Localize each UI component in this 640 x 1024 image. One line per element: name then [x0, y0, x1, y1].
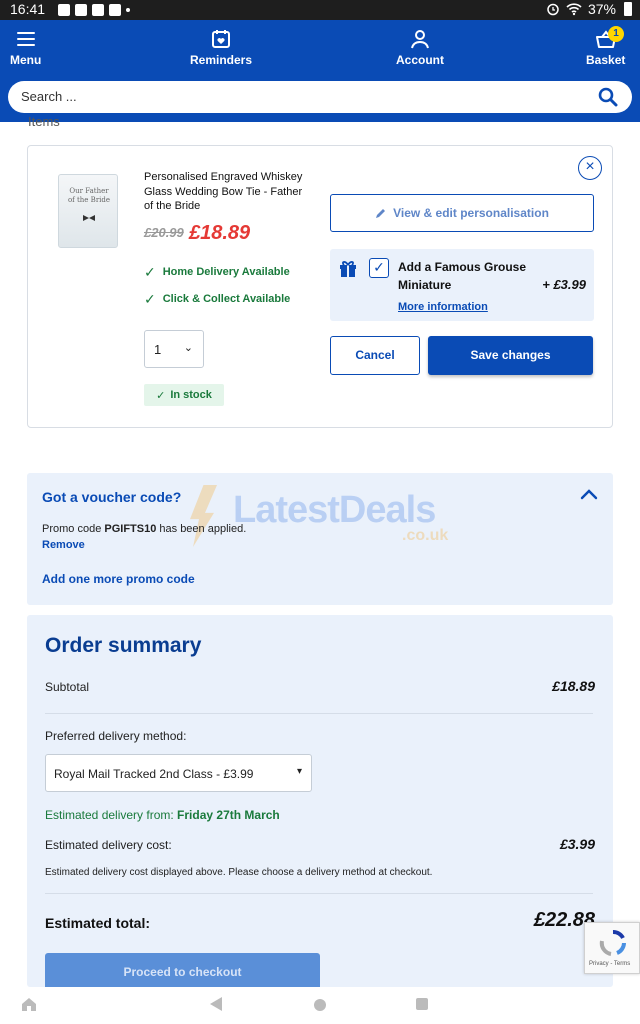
home-accessibility-icon[interactable]: [20, 995, 38, 1013]
remove-item-button[interactable]: ×: [578, 156, 602, 180]
reminders-button[interactable]: Reminders: [190, 28, 252, 67]
order-summary-title: Order summary: [45, 634, 202, 657]
estimated-delivery-date: Estimated delivery from: Friday 27th Mar…: [45, 808, 280, 822]
promo-code: PGIFTS10: [104, 523, 157, 535]
status-time: 16:41: [10, 1, 46, 17]
check-icon: ✓: [156, 389, 166, 402]
estimated-delivery-label: Estimated delivery from:: [45, 808, 178, 822]
gallery-icon: [58, 4, 70, 16]
pencil-icon: [376, 209, 386, 218]
voucher-panel: LatestDeals .co.uk Got a voucher code? P…: [27, 473, 613, 605]
basket-item-card: Our Father of the Bride Personalised Eng…: [27, 145, 613, 428]
check-icon: ✓: [144, 264, 156, 280]
product-image-engraving: Our Father of the Bride: [67, 187, 111, 204]
recents-icon[interactable]: [416, 998, 428, 1010]
amazon-icon: [75, 4, 87, 16]
account-button[interactable]: Account: [396, 28, 444, 67]
chevron-down-icon: ▾: [296, 766, 302, 777]
product-image[interactable]: Our Father of the Bride: [58, 174, 118, 248]
recaptcha-icon: [599, 930, 626, 956]
home-delivery-label: Home Delivery Available: [162, 266, 290, 278]
menu-button[interactable]: Menu: [10, 28, 41, 67]
quantity-value: 1: [154, 342, 162, 357]
notification-icons: [58, 4, 130, 16]
price-now: £18.89: [189, 222, 251, 244]
menu-label: Menu: [10, 53, 42, 67]
gift-addon: ✓ Add a Famous Grouse Miniature + £3.99 …: [330, 249, 594, 321]
search-icon[interactable]: [598, 87, 618, 107]
basket-count-badge: 1: [608, 26, 624, 42]
promo-applied-text: Promo code PGIFTS10 has been applied.: [42, 523, 246, 535]
click-collect-label: Click & Collect Available: [162, 293, 291, 305]
person-icon: [411, 30, 429, 49]
remove-promo-link[interactable]: Remove: [42, 539, 85, 551]
divider: [45, 893, 593, 894]
chevron-down-icon: ⌄: [183, 342, 193, 354]
estimated-delivery-value: Friday 27th March: [177, 808, 280, 822]
alarm-icon: [547, 3, 559, 16]
delivery-method-select[interactable]: Royal Mail Tracked 2nd Class - £3.99 ▾: [45, 754, 312, 792]
system-nav-bar: [0, 987, 640, 1024]
view-edit-personalisation-button[interactable]: View & edit personalisation: [330, 194, 594, 232]
delivery-method-label: Preferred delivery method:: [45, 729, 187, 743]
promo-prefix: Promo code: [42, 523, 105, 535]
save-changes-button[interactable]: Save changes: [428, 336, 593, 375]
product-title[interactable]: Personalised Engraved Whiskey Glass Wedd…: [144, 170, 304, 214]
wifi-icon: [566, 3, 582, 16]
promo-suffix: has been applied.: [156, 523, 247, 535]
estimated-cost-value: £3.99: [559, 836, 595, 852]
basket-button[interactable]: 1 Basket: [586, 26, 626, 67]
items-heading: Items: [28, 114, 60, 129]
recaptcha-badge[interactable]: Privacy - Terms: [584, 922, 640, 974]
gift-addon-checkbox[interactable]: ✓: [369, 258, 389, 278]
price-was: £20.99: [144, 225, 184, 240]
site-header: Menu Reminders Account 1 Basket Search .…: [0, 20, 640, 122]
book-icon: [109, 4, 121, 16]
close-icon: ×: [585, 158, 595, 175]
view-edit-label: View & edit personalisation: [393, 206, 549, 220]
menu-icon: [16, 32, 35, 46]
battery-percent: 37%: [587, 1, 616, 17]
subtotal-label: Subtotal: [45, 680, 90, 694]
stock-badge: ✓ In stock: [144, 384, 224, 406]
search-input[interactable]: Search ...: [21, 89, 77, 104]
check-icon: ✓: [144, 291, 156, 307]
watermark-text: LatestDeals: [233, 489, 436, 531]
quantity-select[interactable]: 1 ⌄: [144, 330, 204, 368]
bolt-icon: [190, 485, 217, 547]
reminders-label: Reminders: [190, 53, 253, 67]
gift-addon-price: + £3.99: [542, 277, 586, 292]
add-promo-link[interactable]: Add one more promo code: [42, 572, 195, 586]
basket-label: Basket: [586, 53, 626, 67]
gift-icon: [340, 261, 356, 277]
more-dot-icon: [126, 8, 130, 12]
calendar-heart-icon: [212, 30, 231, 48]
chevron-up-icon[interactable]: [579, 485, 599, 505]
account-label: Account: [396, 53, 444, 67]
status-bar: 16:41 37%: [0, 0, 640, 20]
subtotal-value: £18.89: [552, 678, 595, 694]
order-summary: Order summary Subtotal £18.89 Preferred …: [27, 615, 613, 987]
search-bar[interactable]: Search ...: [8, 81, 632, 113]
estimated-total-label: Estimated total:: [45, 915, 151, 931]
battery-icon: [624, 2, 632, 16]
divider: [45, 713, 593, 714]
watermark-domain: .co.uk: [402, 527, 449, 544]
play-icon: [92, 4, 104, 16]
back-icon[interactable]: [210, 997, 222, 1011]
stock-label: In stock: [170, 389, 212, 401]
delivery-method-value: Royal Mail Tracked 2nd Class - £3.99: [54, 767, 254, 781]
bow-tie-icon: [83, 215, 95, 221]
recaptcha-links[interactable]: Privacy - Terms: [589, 961, 630, 967]
proceed-to-checkout-button[interactable]: Proceed to checkout: [45, 953, 320, 987]
cancel-button[interactable]: Cancel: [330, 336, 420, 375]
click-collect-status: ✓ Click & Collect Available: [144, 291, 291, 307]
voucher-title[interactable]: Got a voucher code?: [42, 489, 181, 505]
gift-addon-label: Add a Famous Grouse Miniature: [398, 260, 527, 292]
delivery-cost-note: Estimated delivery cost displayed above.…: [45, 867, 433, 878]
home-delivery-status: ✓ Home Delivery Available: [144, 264, 290, 280]
estimated-cost-label: Estimated delivery cost:: [45, 838, 172, 852]
home-icon[interactable]: [314, 999, 326, 1011]
more-information-link[interactable]: More information: [398, 301, 488, 313]
